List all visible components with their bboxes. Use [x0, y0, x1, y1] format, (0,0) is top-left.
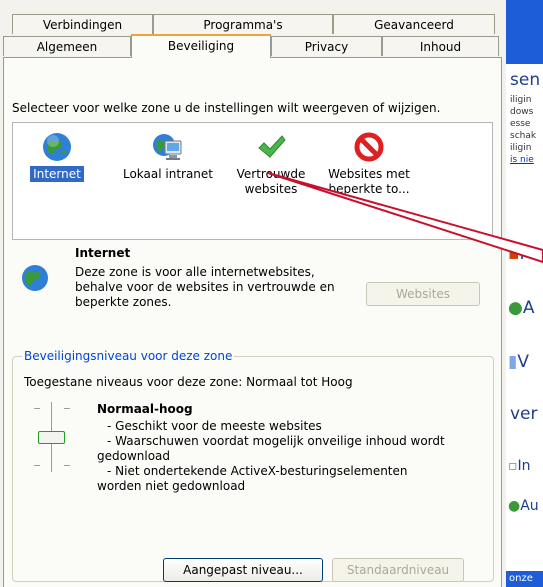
- zone-lokaal-intranet-label: Lokaal intranet: [122, 167, 214, 181]
- zone-beperkte-websites[interactable]: Websites met beperkte to...: [319, 131, 419, 197]
- background-webpage: sen iligin dows esse schak iligin is nie…: [506, 0, 543, 587]
- default-level-button[interactable]: Standaardniveau: [332, 558, 464, 582]
- level-bullet-3b: worden niet gedownload: [97, 479, 246, 493]
- internet-options-dialog: Verbindingen Programma's Geavanceerd Alg…: [0, 0, 506, 587]
- websites-button[interactable]: Websites: [366, 282, 480, 306]
- security-level-description: - Geschikt voor de meeste websites - Waa…: [97, 419, 445, 494]
- globe-icon: [41, 131, 73, 163]
- background-heading: sen: [510, 70, 541, 90]
- security-level-slider[interactable]: [24, 402, 80, 474]
- bg-item: ▪F: [508, 244, 530, 264]
- zone-description-line1: Deze zone is voor alle internetwebsites,: [75, 265, 315, 279]
- zone-description: Deze zone is voor alle internetwebsites,…: [75, 265, 335, 310]
- bg-line: iligin: [510, 95, 532, 105]
- zone-description-line3: beperkte zones.: [75, 295, 172, 309]
- zone-description-line2: behalve voor de websites in vertrouwde e…: [75, 280, 335, 294]
- background-footer: onze: [506, 571, 543, 587]
- bg-link[interactable]: is nie: [510, 155, 534, 165]
- bg-line: esse: [510, 119, 531, 129]
- tab-beveiliging[interactable]: Beveiliging: [131, 34, 271, 58]
- bg-item: ●Au: [508, 498, 539, 514]
- bg-item: ▫In: [508, 458, 531, 474]
- tab-programmas[interactable]: Programma's: [153, 14, 333, 34]
- background-text: iligin dows esse schak iligin is nie: [510, 94, 536, 166]
- bg-line: iligin: [510, 143, 532, 153]
- restricted-icon: [353, 131, 385, 163]
- tab-privacy[interactable]: Privacy: [271, 36, 382, 56]
- zone-vertrouwde-label-2: websites: [244, 182, 298, 196]
- security-level-legend: Beveiligingsniveau voor deze zone: [22, 349, 235, 363]
- zone-instruction: Selecteer voor welke zone u de instellin…: [12, 101, 441, 115]
- zone-internet-label: Internet: [30, 166, 84, 182]
- zone-beperkte-label-2: beperkte to...: [328, 182, 410, 196]
- allowed-levels-text: Toegestane niveaus voor deze zone: Norma…: [24, 375, 353, 389]
- level-bullet-2b: gedownload: [97, 449, 171, 463]
- bg-line: schak: [510, 131, 537, 141]
- bg-line: dows: [510, 107, 534, 117]
- zone-vertrouwde-websites[interactable]: Vertrouwde websites: [226, 131, 316, 197]
- tab-inhoud[interactable]: Inhoud: [382, 36, 499, 56]
- slider-thumb[interactable]: [38, 431, 65, 444]
- custom-level-button[interactable]: Aangepast niveau...: [163, 558, 323, 582]
- level-bullet-1: - Geschikt voor de meeste websites: [107, 419, 322, 433]
- zone-list: Internet Lokaal intranet Vertrouwde webs…: [12, 122, 493, 240]
- checkmark-icon: [255, 131, 287, 163]
- bg-item: ●A: [508, 298, 535, 318]
- level-bullet-2a: - Waarschuwen voordat mogelijk onveilige…: [107, 434, 445, 448]
- tab-verbindingen[interactable]: Verbindingen: [12, 14, 153, 34]
- bg-item: ver: [510, 404, 538, 424]
- intranet-computer-icon: [151, 131, 185, 163]
- zone-title: Internet: [75, 246, 131, 260]
- zone-vertrouwde-label-1: Vertrouwde: [236, 167, 306, 181]
- globe-icon: [19, 262, 51, 294]
- level-bullet-3a: - Niet ondertekende ActiveX-besturingsel…: [107, 464, 408, 478]
- zone-internet[interactable]: Internet: [17, 131, 97, 182]
- tab-geavanceerd[interactable]: Geavanceerd: [333, 14, 495, 34]
- security-level-name: Normaal-hoog: [97, 402, 193, 416]
- background-header: [506, 0, 543, 64]
- zone-beperkte-label-1: Websites met: [328, 167, 410, 181]
- bg-item: ▮V: [508, 352, 529, 372]
- zone-lokaal-intranet[interactable]: Lokaal intranet: [113, 131, 223, 182]
- tab-algemeen[interactable]: Algemeen: [3, 36, 131, 56]
